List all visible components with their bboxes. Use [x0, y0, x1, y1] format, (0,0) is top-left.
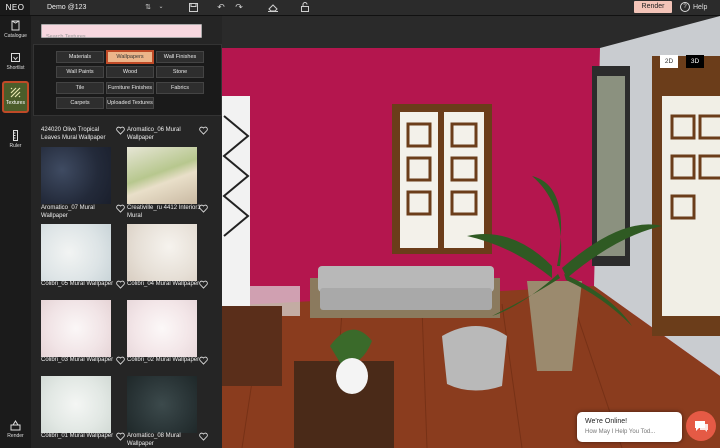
ruler-icon — [13, 130, 18, 141]
texture-thumbnail[interactable] — [127, 376, 197, 433]
category-wood[interactable]: Wood — [106, 66, 154, 78]
texture-name: Colibri_01 Mural Wallpaper — [41, 433, 114, 439]
help-icon: ? — [680, 2, 690, 13]
heart-icon[interactable] — [199, 126, 208, 135]
project-name[interactable]: Demo @123 — [47, 0, 86, 15]
sidebar-item-ruler[interactable]: Ruler — [0, 130, 31, 149]
search-input[interactable]: Search Textures — [41, 24, 202, 40]
chat-bubble-icon — [695, 421, 708, 432]
category-carpets[interactable]: Carpets — [56, 97, 104, 109]
heart-icon[interactable] — [199, 280, 208, 289]
category-furniture-finishes[interactable]: Furniture Finishes — [106, 82, 154, 94]
redo-icon[interactable]: ↷ — [233, 0, 245, 15]
heart-icon[interactable] — [199, 432, 208, 441]
sidebar-item-label: Textures — [6, 100, 25, 106]
category-wall-finishes[interactable]: Wall Finishes — [156, 51, 204, 63]
chevron-down-icon[interactable]: ⌄ — [157, 0, 165, 15]
shortlist-icon — [11, 53, 20, 62]
sidebar-item-render[interactable]: Render — [0, 420, 31, 439]
lock-icon[interactable] — [299, 0, 311, 15]
chat-subtitle: How May I Help You Tod... — [585, 429, 656, 435]
heart-icon[interactable] — [199, 204, 208, 213]
category-stone[interactable]: Stone — [156, 66, 204, 78]
view-3d-button[interactable]: 3D — [686, 55, 704, 68]
category-tile[interactable]: Tile — [56, 82, 104, 94]
category-wallpapers[interactable]: Wallpapers — [106, 50, 154, 64]
undo-icon[interactable]: ↶ — [215, 0, 227, 15]
texture-grid: 424020 Olive Tropical Leaves Mural Wallp… — [36, 120, 220, 448]
eraser-icon[interactable] — [267, 0, 279, 15]
sidebar-item-label: Catalogue — [4, 33, 27, 39]
sidebar-item-shortlist[interactable]: Shortlist — [0, 52, 31, 71]
textures-icon — [10, 87, 21, 98]
texture-card[interactable]: 424020 Olive Tropical Leaves Mural Wallp… — [36, 120, 125, 204]
chat-launcher-button[interactable] — [686, 411, 716, 441]
category-fabrics[interactable]: Fabrics — [156, 82, 204, 94]
texture-thumbnail[interactable] — [127, 224, 197, 281]
sidebar-item-textures[interactable]: Textures — [2, 81, 29, 113]
save-icon[interactable] — [187, 0, 199, 15]
chat-widget[interactable]: We're Online! How May I Help You Tod... — [577, 412, 682, 442]
render-icon — [10, 420, 21, 431]
texture-card[interactable]: Colibri_03 Mural Wallpaper — [36, 356, 125, 436]
texture-name: Colibri_02 Mural Wallpaper — [127, 357, 200, 363]
texture-name: Colibri_04 Mural Wallpaper — [127, 281, 200, 287]
room-render — [222, 16, 720, 448]
texture-card[interactable]: Aromatico_08 Mural Wallpaper — [122, 432, 208, 448]
category-wall-paints[interactable]: Wall Paints — [56, 66, 104, 78]
3d-viewport[interactable] — [222, 16, 720, 448]
help-label: Help — [693, 4, 708, 11]
sidebar-item-label: Shortlist — [6, 65, 25, 71]
category-uploaded-textures[interactable]: Uploaded Textures — [106, 97, 154, 109]
texture-thumbnail[interactable] — [127, 147, 197, 204]
texture-name: 424020 Olive Tropical Leaves Mural Wallp… — [41, 127, 106, 141]
catalogue-icon — [11, 20, 20, 31]
texture-name: Aromatico_07 Mural Wallpaper — [41, 205, 95, 219]
texture-card[interactable]: Colibri_04 Mural Wallpaper — [122, 280, 208, 360]
texture-card[interactable]: Colibri_05 Mural Wallpaper — [36, 280, 125, 360]
texture-name: Creativille_ru 4412 Interior1 Mural — [127, 205, 201, 219]
texture-card[interactable]: Colibri_01 Mural Wallpaper — [36, 432, 125, 448]
texture-thumbnail[interactable] — [41, 376, 111, 433]
sidebar-item-label: Ruler — [9, 143, 22, 149]
render-button[interactable]: Render — [634, 1, 672, 13]
sidebar-item-label: Render — [7, 433, 24, 439]
texture-thumbnail[interactable] — [41, 224, 111, 281]
texture-name: Colibri_05 Mural Wallpaper — [41, 281, 114, 287]
texture-card[interactable]: Creativille_ru 4412 Interior1 Mural — [122, 204, 208, 284]
texture-card[interactable]: Colibri_02 Mural Wallpaper — [122, 356, 208, 436]
texture-card[interactable]: Aromatico_07 Mural Wallpaper — [36, 204, 125, 284]
texture-name: Colibri_03 Mural Wallpaper — [41, 357, 114, 363]
chat-title: We're Online! — [585, 418, 628, 425]
sidebar-item-catalogue[interactable]: Catalogue — [0, 20, 31, 39]
app-logo: NEO — [0, 0, 30, 15]
top-toolbar — [0, 0, 720, 16]
view-2d-button[interactable]: 2D — [660, 55, 678, 68]
texture-thumbnail[interactable] — [127, 300, 197, 357]
texture-name: Aromatico_06 Mural Wallpaper — [127, 127, 181, 141]
texture-category-menu: Materials Wallpapers Wall Finishes Wall … — [33, 44, 222, 116]
texture-thumbnail[interactable] — [41, 300, 111, 357]
category-materials[interactable]: Materials — [56, 51, 104, 63]
texture-thumbnail[interactable] — [41, 147, 111, 204]
texture-name: Aromatico_08 Mural Wallpaper — [127, 433, 181, 447]
texture-card[interactable]: Aromatico_06 Mural Wallpaper — [122, 120, 208, 204]
help-button[interactable]: ? Help — [680, 0, 707, 15]
heart-icon[interactable] — [199, 356, 208, 365]
floor-selector-icon[interactable]: ⇅ — [143, 0, 153, 15]
search-placeholder: Search Textures — [46, 34, 86, 40]
